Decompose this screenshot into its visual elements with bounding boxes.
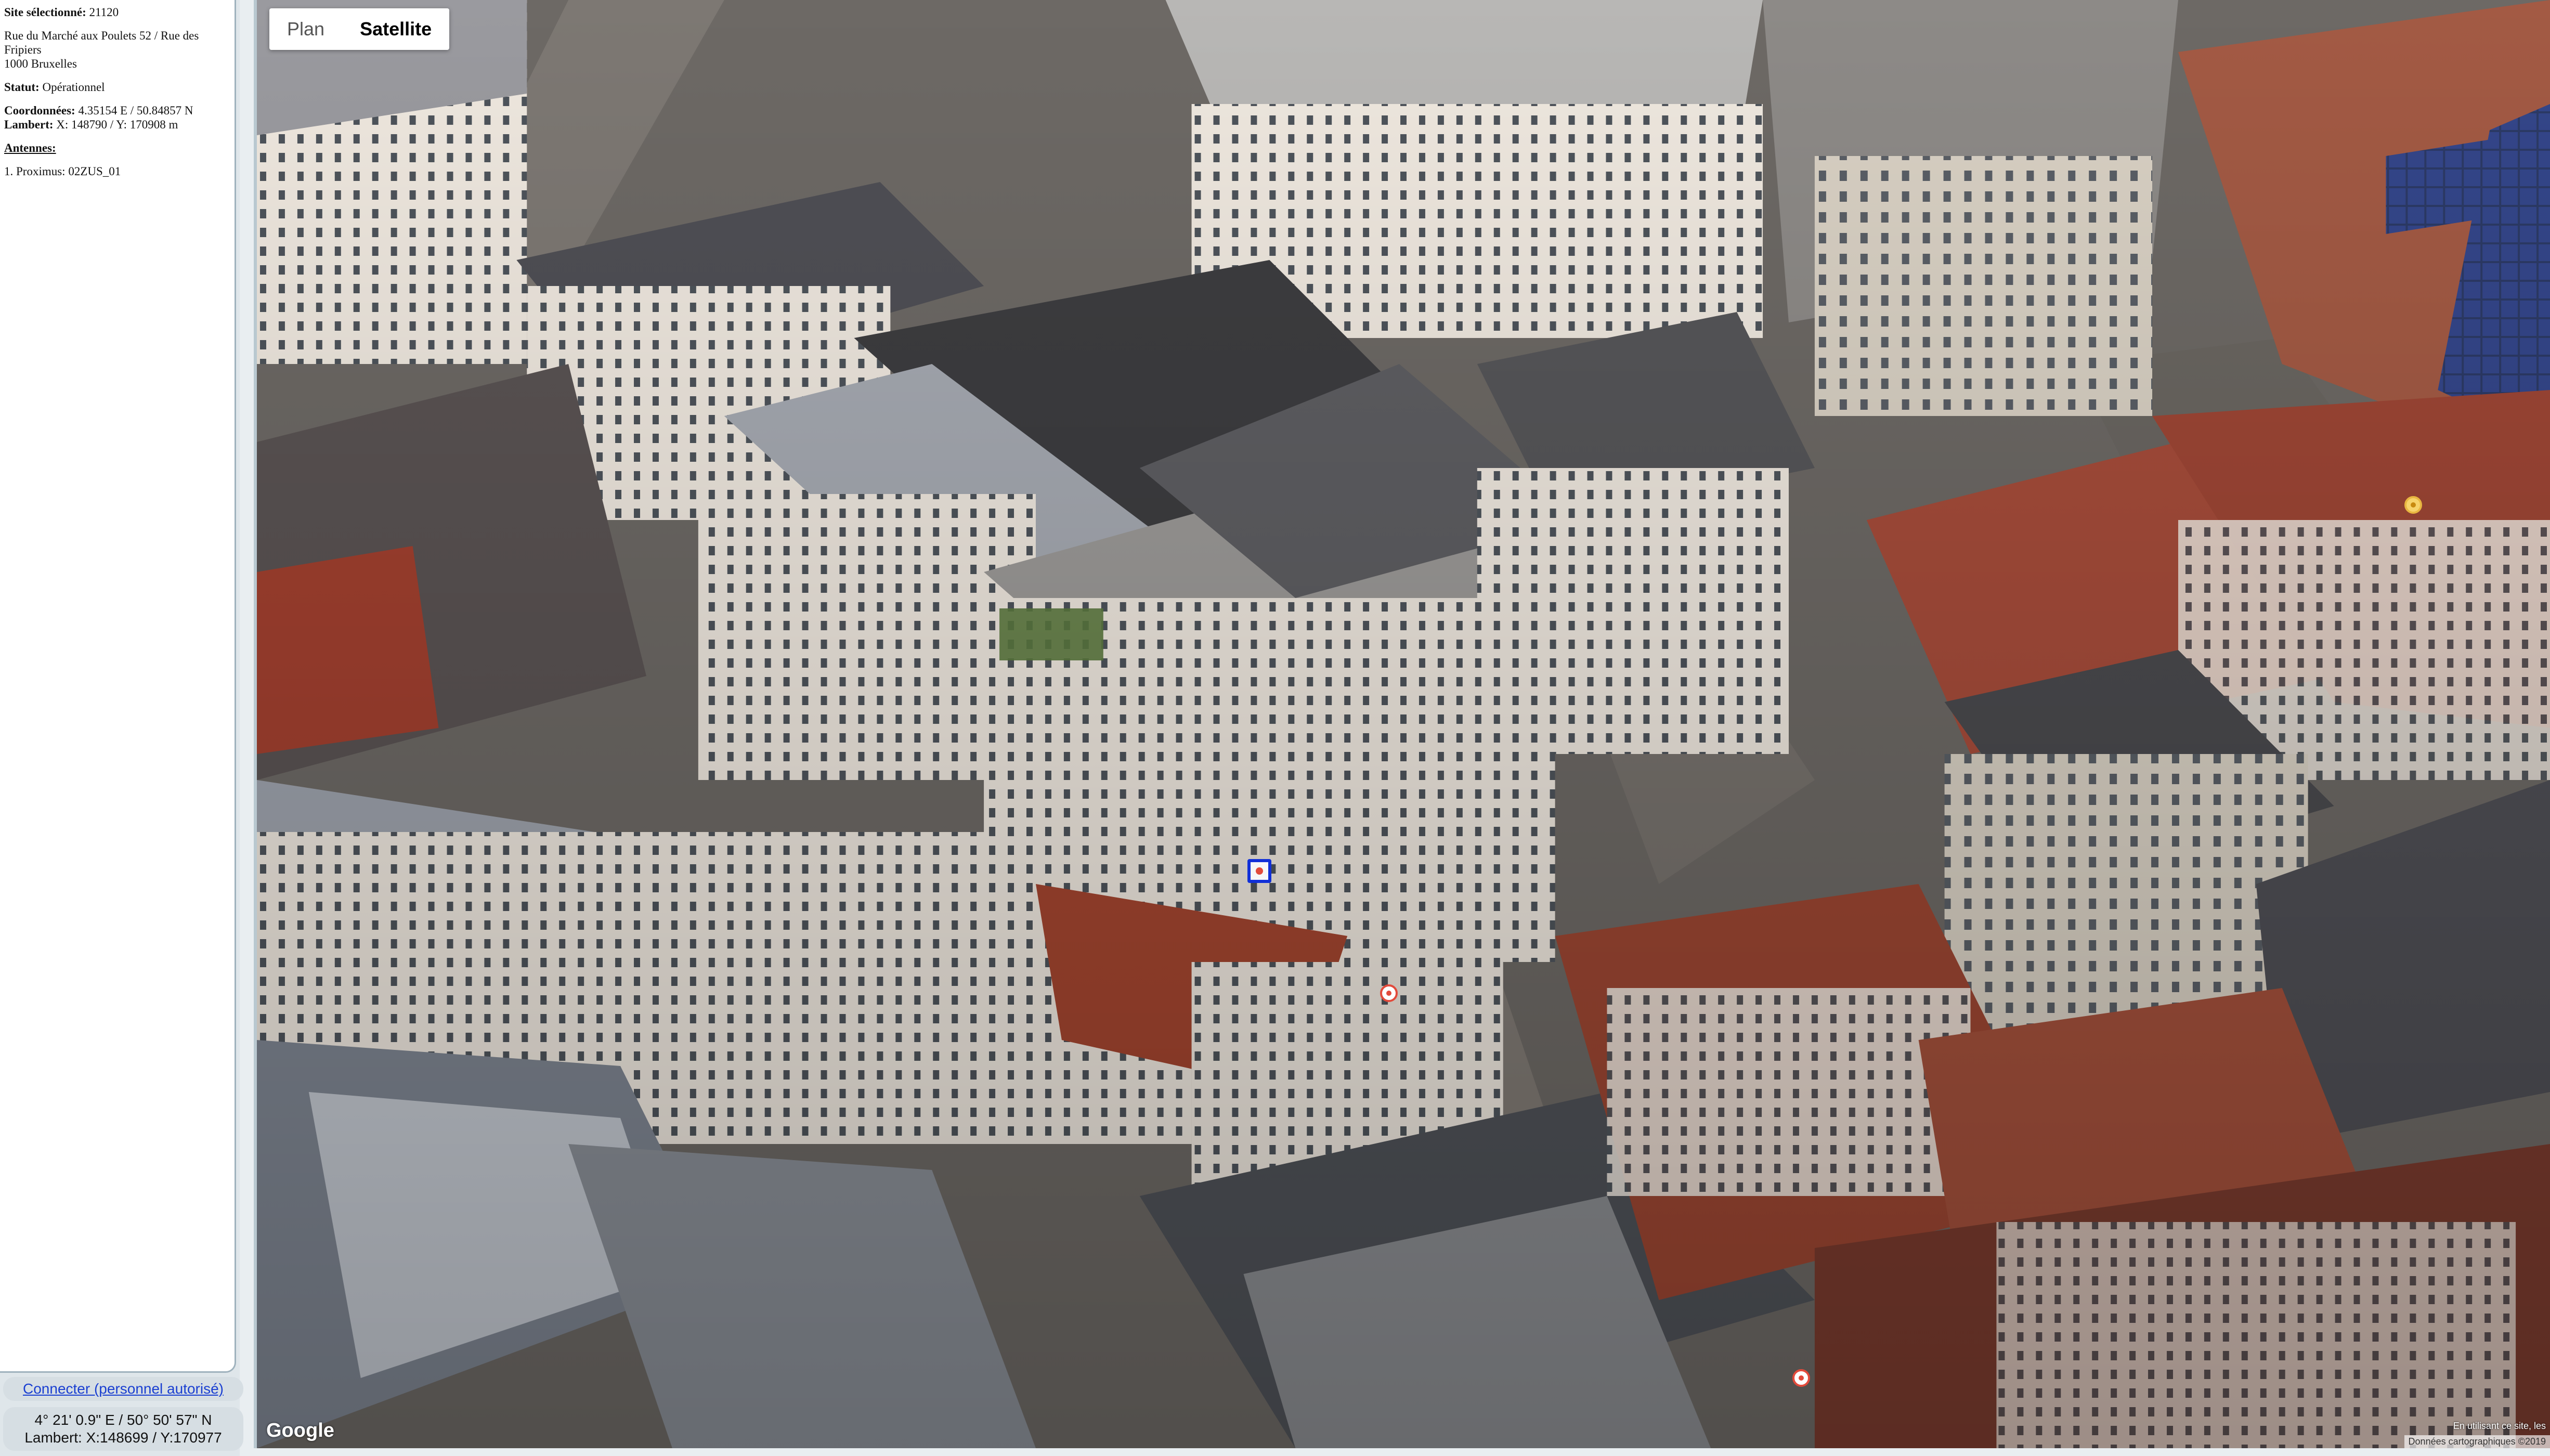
site-id-row: Site sélectionné: 21120 — [4, 5, 230, 19]
site-address: Rue du Marché aux Poulets 52 / Rue des F… — [4, 29, 230, 71]
site-info-panel: Site sélectionné: 21120 Rue du Marché au… — [0, 0, 236, 1373]
site-id-label: Site sélectionné: — [4, 6, 86, 19]
site-marker-2[interactable] — [1792, 1369, 1810, 1387]
antenna-item: 1. Proximus: 02ZUS_01 — [4, 165, 121, 178]
lambert-row: Lambert: X: 148790 / Y: 170908 m — [4, 118, 230, 132]
lambert-label: Lambert: — [4, 118, 54, 131]
cursor-coords-wgs84: 4° 21' 0.9" E / 50° 50' 57" N — [34, 1412, 212, 1428]
coords-value: 4.35154 E / 50.84857 N — [78, 104, 193, 117]
status-label: Statut: — [4, 81, 40, 94]
sidebar: Site sélectionné: 21120 Rue du Marché au… — [0, 0, 243, 1456]
app-root: Site sélectionné: 21120 Rue du Marché au… — [0, 0, 2550, 1456]
map-attribution: Données cartographiques ©2019 — [2404, 1435, 2550, 1448]
map-type-plan[interactable]: Plan — [269, 8, 342, 50]
map-terms-text[interactable]: En utilisant ce site, les — [2449, 1420, 2550, 1433]
aerial-imagery — [257, 0, 2550, 1448]
site-coordinates: Coordonnées: 4.35154 E / 50.84857 N Lamb… — [4, 103, 230, 132]
lambert-value: X: 148790 / Y: 170908 m — [56, 118, 178, 131]
antennas-heading: Antennes: — [4, 141, 230, 155]
google-logo: Google — [266, 1420, 334, 1441]
cursor-coordinates-box: 4° 21' 0.9" E / 50° 50' 57" N Lambert: X… — [3, 1407, 243, 1451]
satellite-map[interactable]: Plan Satellite Google En utilisant ce si… — [254, 0, 2550, 1448]
map-type-control: Plan Satellite — [269, 8, 450, 50]
site-marker-3[interactable] — [2404, 496, 2422, 514]
antennas-label: Antennes: — [4, 141, 56, 154]
antenna-list: 1. Proximus: 02ZUS_01 — [4, 164, 230, 178]
cursor-coords-lambert: Lambert: X:148699 / Y:170977 — [24, 1429, 222, 1446]
login-link[interactable]: Connecter (personnel autorisé) — [3, 1377, 243, 1401]
coords-row: Coordonnées: 4.35154 E / 50.84857 N — [4, 103, 230, 118]
address-line-2: Fripiers — [4, 43, 42, 56]
site-id-value: 21120 — [89, 6, 119, 19]
status-value: Opérationnel — [42, 81, 105, 94]
address-line-1: Rue du Marché aux Poulets 52 / Rue des — [4, 29, 199, 42]
selected-site-marker[interactable] — [1247, 859, 1271, 883]
map-type-satellite[interactable]: Satellite — [342, 8, 449, 50]
address-line-3: 1000 Bruxelles — [4, 57, 77, 70]
coords-label: Coordonnées: — [4, 104, 75, 117]
site-marker-1[interactable] — [1380, 984, 1398, 1002]
site-status-row: Statut: Opérationnel — [4, 80, 230, 94]
